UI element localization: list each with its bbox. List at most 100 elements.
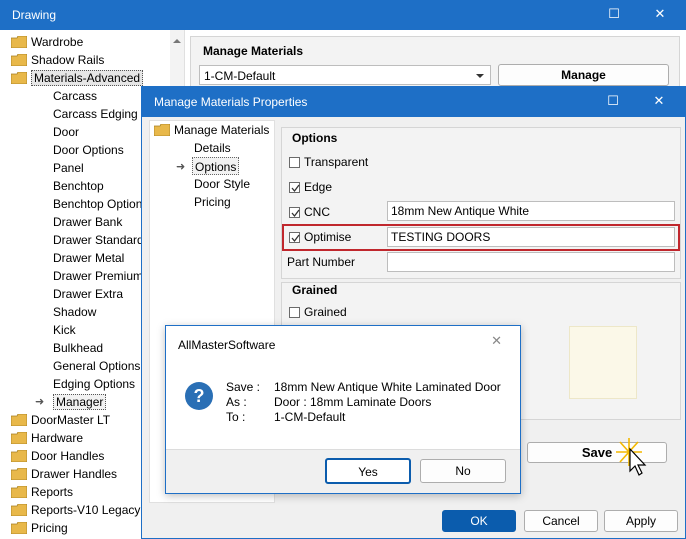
tree-item-label: Manager <box>53 394 107 410</box>
tree-item[interactable]: Drawer Standard <box>53 231 144 249</box>
tree-item[interactable]: Drawer Metal <box>53 249 124 267</box>
checkmark-icon <box>291 209 300 218</box>
options-title: Options <box>292 131 338 145</box>
transparent-label: Transparent <box>304 155 369 169</box>
nav-root[interactable]: Manage Materials <box>154 121 269 139</box>
edge-label: Edge <box>304 180 333 194</box>
svg-text:?: ? <box>194 386 205 406</box>
tree-item[interactable]: Benchtop Options <box>53 195 148 213</box>
tree-item-label: Shadow <box>53 305 97 319</box>
tree-item[interactable]: Benchtop <box>53 177 104 195</box>
tree-item-label: Panel <box>53 161 84 175</box>
tree-item[interactable]: Drawer Premium <box>53 267 143 285</box>
tree-item[interactable]: Drawer Bank <box>53 213 122 231</box>
folder-icon <box>11 54 27 66</box>
part-number-label: Part Number <box>287 255 356 269</box>
properties-close-icon[interactable]: ✕ <box>645 91 673 111</box>
tree-item-label: Door Options <box>53 143 124 157</box>
tree-item-label: Kick <box>53 323 76 337</box>
folder-icon <box>11 486 27 498</box>
nav-item-pricing[interactable]: Pricing <box>194 193 231 211</box>
properties-window-title: Manage Materials Properties <box>154 95 308 109</box>
tree-item-label: Drawer Premium <box>53 269 144 283</box>
tree-item[interactable]: Reports-V10 Legacy <box>11 501 140 519</box>
nav-item-details[interactable]: Details <box>194 139 231 157</box>
tree-item[interactable]: Panel <box>53 159 84 177</box>
materials-dropdown[interactable]: 1-CM-Default <box>199 65 491 85</box>
nav-root-label: Manage Materials <box>174 123 270 137</box>
cnc-label: CNC <box>304 205 330 219</box>
folder-icon <box>11 72 27 84</box>
tree-item-label: Drawer Extra <box>53 287 124 301</box>
tree-item-label: Wardrobe <box>31 35 84 49</box>
main-window-title: Drawing <box>12 8 57 22</box>
scroll-up-icon[interactable] <box>170 34 184 48</box>
manage-button[interactable]: Manage <box>498 64 669 86</box>
tree-item[interactable]: Pricing <box>11 519 68 537</box>
folder-icon <box>154 124 170 136</box>
nav-item-label: Details <box>194 141 231 155</box>
cnc-checkbox[interactable] <box>289 207 300 218</box>
properties-titlebar: Manage Materials Properties ☐ ✕ <box>142 87 685 117</box>
main-close-icon[interactable]: ✕ <box>646 4 674 24</box>
message-box-titlebar: AllMasterSoftware ✕ <box>166 326 520 360</box>
edge-checkbox[interactable] <box>289 182 300 193</box>
nav-item-door-style[interactable]: Door Style <box>194 175 250 193</box>
folder-icon <box>11 450 27 462</box>
tree-item[interactable]: Shadow <box>53 303 96 321</box>
tree-item[interactable]: Materials-Advanced <box>11 69 144 87</box>
no-button[interactable]: No <box>420 459 506 483</box>
tree-item[interactable]: Wardrobe <box>11 33 83 51</box>
apply-button[interactable]: Apply <box>604 510 678 532</box>
tree-item[interactable]: Carcass Edging <box>53 105 138 123</box>
folder-icon <box>11 468 27 480</box>
tree-item[interactable]: Edging Options <box>53 375 135 393</box>
tree-item[interactable]: DoorMaster LT <box>11 411 110 429</box>
tree-item-label: Door Handles <box>31 449 105 463</box>
tree-item-label: Pricing <box>31 521 68 535</box>
arrow-icon: ➜ <box>176 161 186 173</box>
message-row-value: 1-CM-Default <box>274 410 346 424</box>
part-number-input[interactable] <box>387 252 675 272</box>
main-titlebar: Drawing ☐ ✕ <box>0 0 686 30</box>
tree-item[interactable]: Kick <box>53 321 76 339</box>
properties-maximize-icon[interactable]: ☐ <box>599 91 627 111</box>
message-row-value: 18mm New Antique White Laminated Door <box>274 380 501 394</box>
tree-item[interactable]: Bulkhead <box>53 339 103 357</box>
grain-preview <box>569 326 637 399</box>
tree-item[interactable]: Hardware <box>11 429 83 447</box>
yes-button[interactable]: Yes <box>325 458 411 484</box>
tree-item[interactable]: Door Options <box>53 141 124 159</box>
tree-item[interactable]: General Options <box>53 357 140 375</box>
optimise-checkbox[interactable] <box>289 232 300 243</box>
main-manage-panel: Manage Materials 1-CM-Default Manage <box>190 36 680 91</box>
transparent-checkbox[interactable] <box>289 157 300 168</box>
tree-item-label: General Options <box>53 359 141 373</box>
folder-icon <box>11 504 27 516</box>
message-row-label: Save : <box>226 380 261 394</box>
optimise-input[interactable]: TESTING DOORS <box>387 227 675 247</box>
cursor-sparkle-icon <box>616 438 647 476</box>
main-maximize-icon[interactable]: ☐ <box>600 4 628 24</box>
tree-item[interactable]: Drawer Handles <box>11 465 117 483</box>
message-box-close-icon[interactable]: ✕ <box>491 333 502 349</box>
tree-item[interactable]: Shadow Rails <box>11 51 104 69</box>
cancel-button[interactable]: Cancel <box>524 510 598 532</box>
tree-item[interactable]: Carcass <box>53 87 97 105</box>
nav-item-label: Door Style <box>194 177 251 191</box>
tree-item-label: Carcass Edging <box>53 107 138 121</box>
grained-label: Grained <box>304 305 347 319</box>
tree-item[interactable]: Door <box>53 123 79 141</box>
tree-item[interactable]: Drawer Extra <box>53 285 123 303</box>
tree-item[interactable]: Door Handles <box>11 447 104 465</box>
folder-icon <box>11 414 27 426</box>
tree-item[interactable]: Reports <box>11 483 73 501</box>
nav-item-options[interactable]: Options <box>192 157 240 175</box>
tree-item[interactable]: ➜ Manager <box>35 393 107 411</box>
tree-item-label: Materials-Advanced <box>31 70 144 86</box>
ok-button[interactable]: OK <box>442 510 516 532</box>
tree-item-label: DoorMaster LT <box>31 413 111 427</box>
cnc-input[interactable]: 18mm New Antique White <box>387 201 675 221</box>
tree-item-label: Drawer Standard <box>53 233 144 247</box>
grained-checkbox[interactable] <box>289 307 300 318</box>
